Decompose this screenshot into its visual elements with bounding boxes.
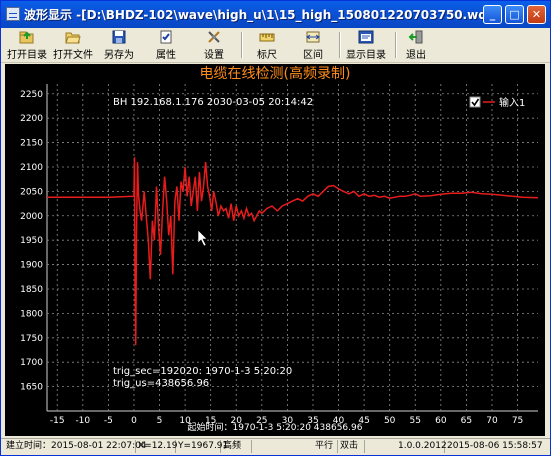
- toolbar-label: 打开目录: [7, 50, 47, 61]
- status-blank: [364, 440, 395, 453]
- save-as-button[interactable]: 另存为: [102, 29, 136, 61]
- y-tick-label: 1800: [20, 309, 43, 319]
- status-y-coordinate: Y=1967.91: [175, 440, 228, 453]
- start-time-label: 起始时间：1970-1-3 5:20:20 438656.96: [188, 421, 363, 433]
- open-file-icon: [65, 32, 81, 44]
- save-icon: [112, 30, 126, 44]
- x-tick-label: 5: [157, 416, 163, 426]
- y-tick-label: 1750: [20, 334, 43, 344]
- waveform-chart[interactable]: -15 -10 -5 0 5 10 15 20 25 30 35 40 45 50 55 60 65 70 75 16…: [5, 64, 545, 436]
- toolbar-label: 另存为: [104, 50, 134, 61]
- x-tick-label: 70: [486, 416, 498, 426]
- toolbar-separator: [395, 32, 397, 58]
- status-frequency-mode: 高频: [220, 440, 252, 453]
- y-tick-label: 2100: [20, 163, 43, 173]
- ruler-icon: [259, 33, 275, 42]
- series-line: [47, 157, 539, 346]
- waveform-plot: -15 -10 -5 0 5 10 15 20 25 30 35 40 45 50 55 60 65 70 7516…: [20, 65, 539, 433]
- x-tick-label: 55: [410, 416, 421, 426]
- toolbar-label: 设置: [204, 50, 224, 61]
- chart-title: 电缆在线检测(高频录制): [200, 65, 351, 82]
- legend[interactable]: 输入1: [469, 96, 525, 109]
- exit-button[interactable]: 退出: [403, 29, 429, 61]
- range-icon: [306, 31, 320, 43]
- status-mode-parallel: 平行: [312, 440, 338, 453]
- exit-icon: [408, 30, 423, 44]
- open-file-button[interactable]: 打开文件: [53, 29, 93, 61]
- title-bar[interactable]: 波形显示 -[D:\BHDZ-102\wave\high_u\1\15_high…: [1, 1, 550, 28]
- chart-grid: [46, 84, 538, 412]
- x-tick-label: -5: [104, 416, 113, 426]
- x-tick-label: 60: [435, 416, 447, 426]
- toolbar-label: 打开文件: [53, 50, 93, 61]
- y-tick-label: 1900: [20, 261, 43, 271]
- status-datetime: 2015-08-06 15:58:57: [447, 441, 543, 451]
- toolbar-separator: [241, 32, 243, 58]
- toolbar-label: 属性: [156, 50, 176, 61]
- toolbar: 打开目录 打开文件 另存为 属性 设置 标尺 区间 显示目录 退出: [1, 28, 550, 63]
- x-tick-label: -15: [50, 416, 65, 426]
- window-title: 波形显示 -[D:\BHDZ-102\wave\high_u\1\15_high…: [24, 8, 499, 22]
- y-tick-label: 1650: [20, 383, 43, 393]
- y-tick-label: 1950: [20, 236, 43, 246]
- y-tick-label: 2200: [20, 114, 43, 124]
- toolbar-label: 退出: [406, 50, 426, 61]
- app-icon: [6, 7, 20, 21]
- status-bar: 建立时间：2015-08-01 22:07:04 X=12.19 Y=1967.…: [1, 438, 550, 455]
- mouse-cursor-icon: [197, 229, 208, 247]
- trigger-us-annotation: trig_us=438656.96: [113, 378, 209, 389]
- chart-header-text: BH 192.168.1.176 2030-03-05 20:14:42: [113, 97, 313, 108]
- x-tick-label: 0: [131, 416, 137, 426]
- x-tick-label: 75: [512, 416, 523, 426]
- display-directory-icon: [358, 30, 374, 44]
- legend-label: 输入1: [499, 96, 525, 109]
- properties-button[interactable]: 属性: [151, 29, 181, 61]
- open-directory-button[interactable]: 打开目录: [7, 29, 47, 61]
- range-button[interactable]: 区间: [298, 29, 328, 61]
- status-x-coordinate: X=12.19: [135, 440, 177, 453]
- settings-button[interactable]: 设置: [199, 29, 229, 61]
- toolbar-separator: [339, 32, 341, 58]
- toolbar-label: 区间: [303, 50, 323, 61]
- display-directory-button[interactable]: 显示目录: [344, 29, 388, 61]
- settings-icon: [208, 31, 220, 43]
- toolbar-label: 标尺: [257, 50, 277, 61]
- x-tick-label: 50: [384, 416, 396, 426]
- status-created-time: 建立时间：2015-08-01 22:07:04: [3, 440, 147, 453]
- x-tick-label: 65: [461, 416, 472, 426]
- y-tick-label: 2150: [20, 139, 43, 149]
- main-window: 波形显示 -[D:\BHDZ-102\wave\high_u\1\15_high…: [0, 0, 551, 456]
- x-tick-label: -10: [75, 416, 90, 426]
- open-folder-icon: [19, 31, 34, 44]
- y-tick-label: 2050: [20, 187, 43, 197]
- minimize-button[interactable]: _: [483, 5, 502, 24]
- trigger-sec-annotation: trig_sec=192020: 1970-1-3 5:20:20: [113, 366, 292, 377]
- status-mode-double-click: 双击: [337, 440, 365, 453]
- y-tick-label: 1700: [20, 358, 43, 368]
- status-version: 1.0.0.2012: [395, 440, 447, 453]
- y-tick-label: 2250: [20, 90, 43, 100]
- y-tick-label: 1850: [20, 285, 43, 295]
- status-blank: [251, 440, 312, 453]
- y-tick-label: 2000: [20, 212, 43, 222]
- ruler-button[interactable]: 标尺: [252, 29, 282, 61]
- close-button[interactable]: ✕: [527, 5, 546, 24]
- maximize-button[interactable]: □: [505, 5, 524, 24]
- toolbar-label: 显示目录: [346, 50, 386, 61]
- properties-icon: [160, 30, 172, 44]
